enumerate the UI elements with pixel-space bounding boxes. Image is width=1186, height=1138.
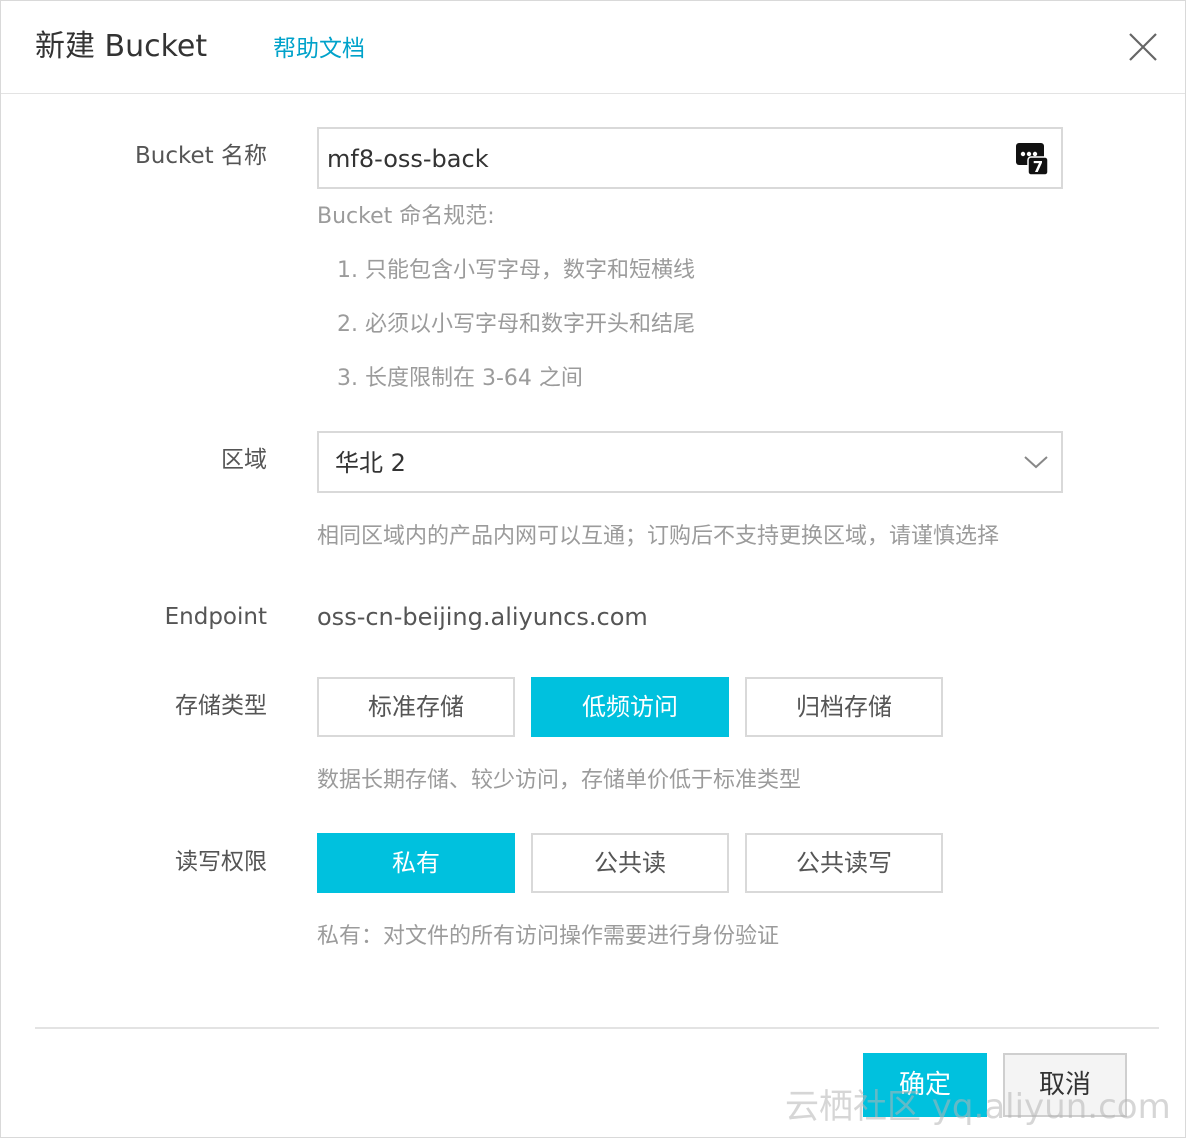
acl-option-public-read-write[interactable]: 公共读写 bbox=[745, 833, 943, 893]
dialog-header: 新建 Bucket 帮助文档 bbox=[1, 1, 1185, 94]
region-select[interactable]: 华北 2 bbox=[317, 431, 1063, 493]
new-bucket-dialog: 新建 Bucket 帮助文档 Bucket 名称 mf8-oss-back 7 … bbox=[0, 0, 1186, 1138]
bucket-name-label: Bucket 名称 bbox=[135, 143, 267, 169]
storage-type-label: 存储类型 bbox=[175, 693, 267, 719]
footer-divider bbox=[35, 1027, 1159, 1029]
dialog-title: 新建 Bucket bbox=[35, 29, 208, 64]
close-button[interactable] bbox=[1125, 29, 1161, 65]
close-icon bbox=[1129, 33, 1157, 61]
naming-rule-2: 2. 必须以小写字母和数字开头和结尾 bbox=[337, 312, 695, 337]
svg-text:7: 7 bbox=[1033, 158, 1043, 176]
chevron-down-icon bbox=[1024, 456, 1048, 469]
naming-rules-title: Bucket 命名规范: bbox=[317, 204, 495, 229]
bucket-name-input[interactable]: mf8-oss-back 7 bbox=[317, 127, 1063, 189]
endpoint-value: oss-cn-beijing.aliyuncs.com bbox=[317, 603, 648, 631]
acl-option-private[interactable]: 私有 bbox=[317, 833, 515, 893]
storage-option-archive[interactable]: 归档存储 bbox=[745, 677, 943, 737]
storage-option-standard[interactable]: 标准存储 bbox=[317, 677, 515, 737]
watermark: 云栖社区 yq.aliyun.com bbox=[785, 1087, 1171, 1127]
password-manager-icon[interactable]: 7 bbox=[1015, 141, 1049, 177]
acl-hint: 私有：对文件的所有访问操作需要进行身份验证 bbox=[317, 924, 780, 949]
region-selected-value: 华北 2 bbox=[335, 449, 406, 477]
region-hint: 相同区域内的产品内网可以互通；订购后不支持更换区域，请谨慎选择 bbox=[317, 524, 1000, 549]
naming-rule-3: 3. 长度限制在 3-64 之间 bbox=[337, 366, 583, 391]
naming-rule-1: 1. 只能包含小写字母，数字和短横线 bbox=[337, 258, 695, 283]
acl-option-public-read[interactable]: 公共读 bbox=[531, 833, 729, 893]
acl-label: 读写权限 bbox=[175, 849, 267, 875]
help-docs-link[interactable]: 帮助文档 bbox=[273, 33, 365, 65]
storage-type-hint: 数据长期存储、较少访问，存储单价低于标准类型 bbox=[317, 768, 802, 793]
endpoint-label: Endpoint bbox=[164, 604, 267, 630]
bucket-name-value: mf8-oss-back bbox=[327, 145, 489, 173]
storage-option-infrequent[interactable]: 低频访问 bbox=[531, 677, 729, 737]
region-label: 区域 bbox=[221, 447, 267, 473]
